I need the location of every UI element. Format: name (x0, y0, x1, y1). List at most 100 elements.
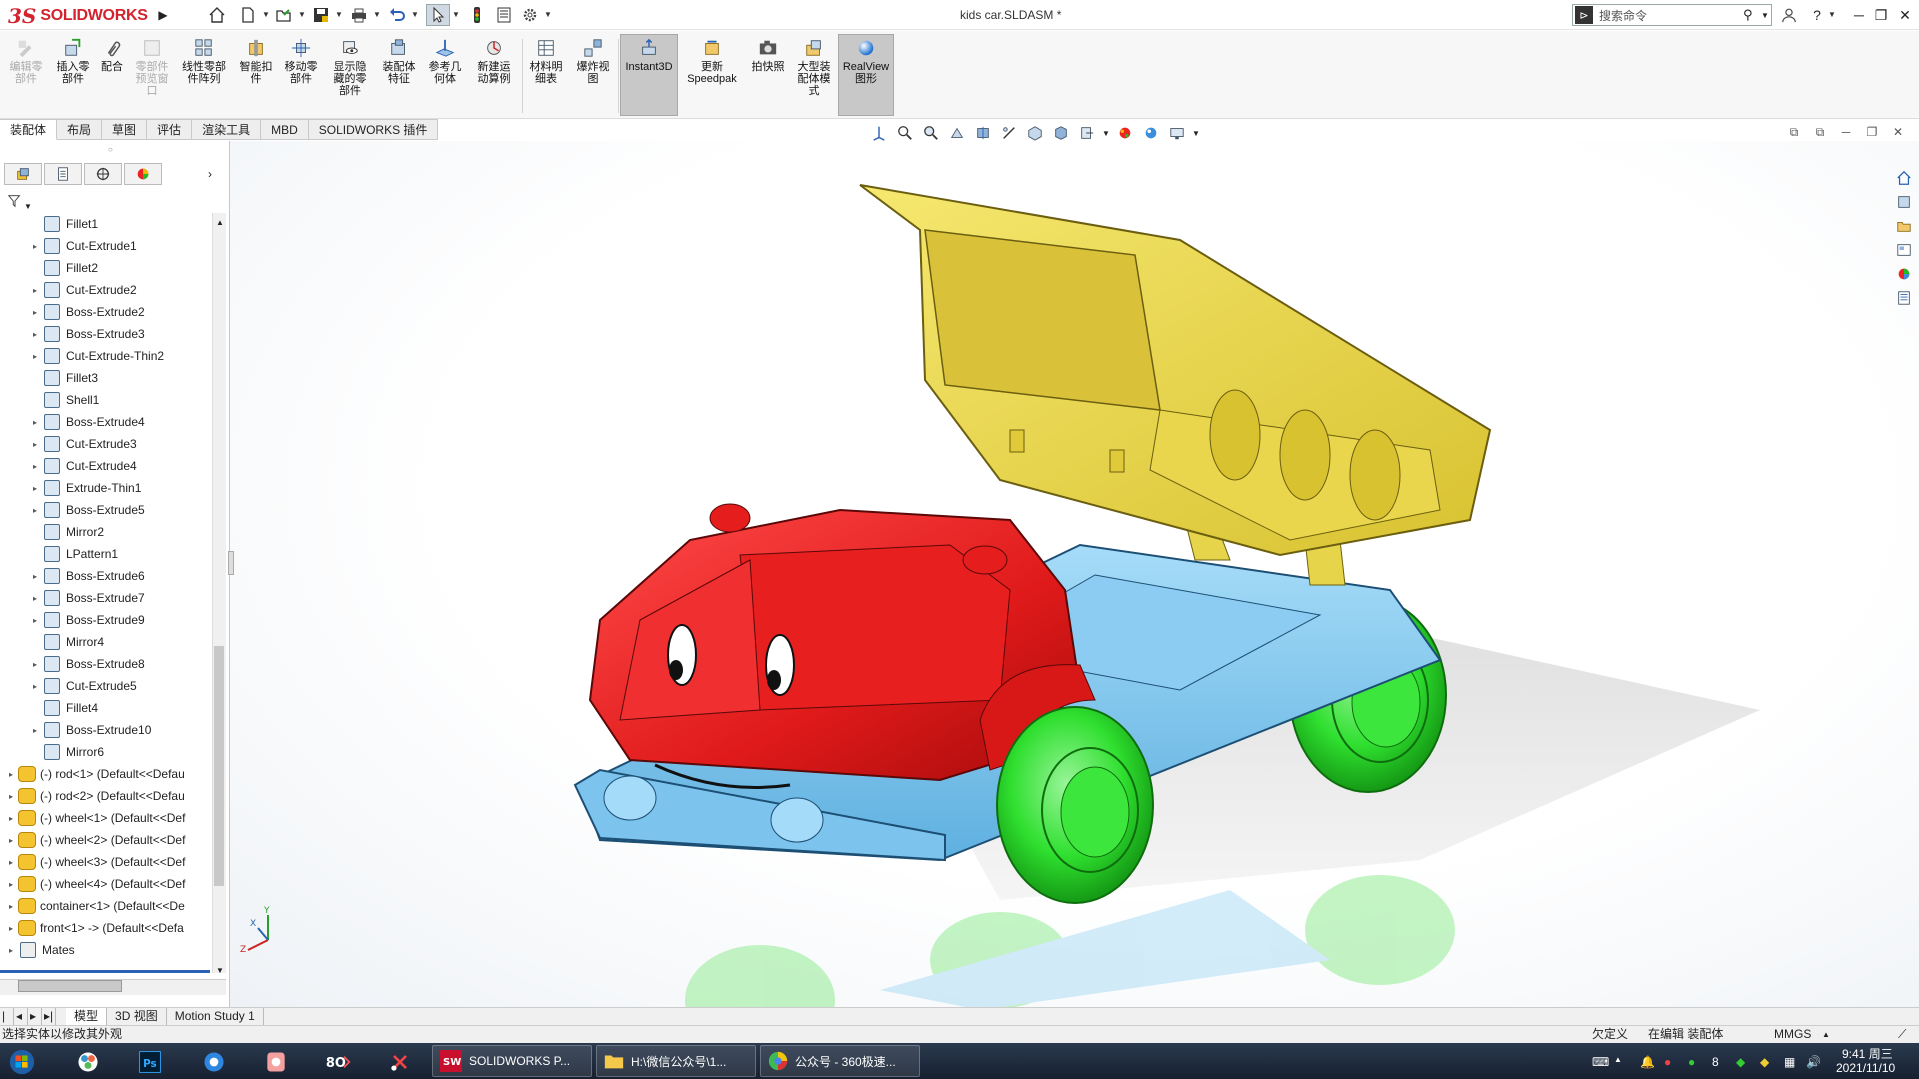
horizontal-scroll-thumb[interactable] (18, 980, 122, 992)
tab-evaluate[interactable]: 评估 (147, 119, 193, 140)
move-component-button[interactable]: 移动零 部件 (280, 37, 322, 85)
expand-arrow-icon[interactable]: ▸ (30, 242, 40, 251)
tray-ok-icon[interactable]: 8 (1712, 1055, 1719, 1069)
tray-volume-icon[interactable]: 🔊 (1806, 1055, 1821, 1069)
linear-pattern-button[interactable]: 线性零部 件阵列 (178, 37, 230, 85)
realview-graphics-button[interactable]: RealView 图形 (838, 34, 894, 116)
view-orientation-icon[interactable] (1024, 123, 1046, 143)
undo-icon[interactable] (385, 4, 409, 26)
tray-keyboard-icon[interactable]: ⌨ (1592, 1055, 1609, 1069)
instant3d-button[interactable]: Instant3D (620, 34, 678, 116)
save-icon[interactable] (309, 4, 333, 26)
viewport-minimize-button[interactable]: ─ (1837, 123, 1855, 141)
tab-assembly[interactable]: 装配体 (0, 119, 58, 140)
tree-feature-row[interactable]: ▸ Boss-Extrude2 (0, 301, 212, 323)
panel-collapse-handle[interactable]: ○ (108, 145, 113, 154)
tree-feature-row[interactable]: ▸ Boss-Extrude6 (0, 565, 212, 587)
section-view-icon[interactable] (972, 123, 994, 143)
display-style-icon[interactable] (1050, 123, 1072, 143)
user-account-icon[interactable] (1776, 4, 1802, 26)
expand-arrow-icon[interactable]: ▸ (30, 330, 40, 339)
previous-view-icon[interactable] (946, 123, 968, 143)
graphics-area[interactable]: Y Z X (230, 141, 1919, 1007)
panel-splitter-handle[interactable] (228, 551, 234, 575)
appearances-scenes-icon[interactable] (1894, 264, 1914, 284)
tree-feature-row[interactable]: Fillet1 (0, 213, 212, 235)
expand-arrow-icon[interactable]: ▸ (30, 506, 40, 515)
tab-render-tools[interactable]: 渲染工具 (192, 119, 262, 140)
tree-feature-row[interactable]: ▸ Cut-Extrude4 (0, 455, 212, 477)
large-assembly-mode-button[interactable]: 大型装 配体模 式 (792, 37, 836, 97)
search-dropdown-icon[interactable]: ▼ (1761, 11, 1771, 20)
tree-component-row[interactable]: ▸ (-) rod<2> (Default<<Defau (0, 785, 212, 807)
search-commands-box[interactable]: ⊳ 搜索命令 ⚲ ▼ (1572, 4, 1772, 26)
expand-arrow-icon[interactable]: ▸ (30, 462, 40, 471)
tree-feature-row[interactable]: Mirror4 (0, 631, 212, 653)
restore-window-button[interactable]: ❐ (1868, 4, 1894, 26)
menu-expand-arrow-icon[interactable]: ▶ (156, 6, 170, 24)
tree-component-row[interactable]: ▸ (-) wheel<3> (Default<<Def (0, 851, 212, 873)
tree-component-row[interactable]: ▸ container<1> (Default<<De (0, 895, 212, 917)
viewport-close-button[interactable]: ✕ (1889, 123, 1907, 141)
tree-feature-row[interactable]: Fillet3 (0, 367, 212, 389)
apply-scene-icon[interactable] (1140, 123, 1162, 143)
view-palette-icon[interactable] (1894, 240, 1914, 260)
tray-notification-icon[interactable]: 🔔 (1640, 1055, 1655, 1069)
tree-feature-row[interactable]: Fillet4 (0, 697, 212, 719)
expand-arrow-icon[interactable]: ▸ (30, 594, 40, 603)
units-dropdown-icon[interactable]: ▲ (1822, 1026, 1830, 1043)
tab-layout[interactable]: 布局 (57, 119, 103, 140)
expand-arrow-icon[interactable]: ▸ (30, 660, 40, 669)
tree-feature-row[interactable]: ▸ Cut-Extrude-Thin2 (0, 345, 212, 367)
expand-arrow-icon[interactable]: ▸ (6, 836, 16, 845)
expand-arrow-icon[interactable]: ▸ (6, 924, 16, 933)
assembly-features-button[interactable]: 装配体 特征 (378, 37, 420, 85)
tree-feature-row[interactable]: ▸ Cut-Extrude5 (0, 675, 212, 697)
file-properties-icon[interactable] (492, 4, 516, 26)
truck-3d-model[interactable]: Y Z X (230, 141, 1919, 1007)
tree-feature-row[interactable]: Mirror2 (0, 521, 212, 543)
tree-feature-row[interactable]: ▸ Boss-Extrude4 (0, 411, 212, 433)
tray-wechat-icon[interactable]: ● (1688, 1055, 1695, 1069)
scroll-up-arrow-icon[interactable]: ▲ (216, 218, 224, 227)
expand-arrow-icon[interactable]: ▸ (6, 880, 16, 889)
zoom-to-area-icon[interactable] (920, 123, 942, 143)
tree-component-row[interactable]: ▸ (-) wheel<2> (Default<<Def (0, 829, 212, 851)
tree-feature-row[interactable]: ▸ Cut-Extrude1 (0, 235, 212, 257)
tree-feature-row[interactable]: Fillet2 (0, 257, 212, 279)
expand-arrow-icon[interactable]: ▸ (30, 484, 40, 493)
custom-properties-icon[interactable] (1894, 288, 1914, 308)
component-preview-button[interactable]: 零部件 预览窗 口 (132, 37, 172, 97)
help-icon[interactable]: ? (1804, 4, 1830, 26)
file-explorer-icon[interactable] (1894, 216, 1914, 236)
display-manager-tab-icon[interactable] (124, 163, 162, 185)
tab-solidworks-addins[interactable]: SOLIDWORKS 插件 (308, 119, 439, 140)
more-tabs-arrow-icon[interactable]: › (208, 163, 212, 187)
collapse-right-icon[interactable]: ⧉ (1811, 123, 1829, 141)
clock-date[interactable]: 2021/11/10 (1836, 1061, 1895, 1075)
open-icon[interactable] (272, 4, 296, 26)
tree-feature-row[interactable]: ▸ Boss-Extrude9 (0, 609, 212, 631)
tree-component-row[interactable]: ▸ (-) wheel<1> (Default<<Def (0, 807, 212, 829)
search-input[interactable]: 搜索命令 (1595, 7, 1743, 24)
zoom-to-fit-icon[interactable] (894, 123, 916, 143)
configuration-manager-tab-icon[interactable] (84, 163, 122, 185)
tree-feature-row[interactable]: ▸ Boss-Extrude3 (0, 323, 212, 345)
tray-expand-icon[interactable]: ▲ (1614, 1055, 1622, 1064)
open-dropdown-icon[interactable]: ▼ (298, 10, 306, 19)
tab-3d-view[interactable]: 3D 视图 (107, 1008, 167, 1026)
dynamic-annotation-icon[interactable] (998, 123, 1020, 143)
taskbar-window-solidworks[interactable]: SW SOLIDWORKS P... (432, 1045, 592, 1077)
photoshop-icon[interactable]: Ps (130, 1047, 170, 1077)
view-triad-icon[interactable] (868, 123, 890, 143)
print-dropdown-icon[interactable]: ▼ (373, 10, 381, 19)
expand-arrow-icon[interactable]: ▸ (30, 726, 40, 735)
tree-component-row[interactable]: ▸ front<1> -> (Default<<Defa (0, 917, 212, 939)
tree-component-row[interactable]: ▸ (-) wheel<4> (Default<<Def (0, 873, 212, 895)
expand-arrow-icon[interactable]: ▸ (6, 770, 16, 779)
select-arrow-icon[interactable] (426, 4, 450, 26)
expand-arrow-icon[interactable]: ▸ (6, 792, 16, 801)
print-icon[interactable] (347, 4, 371, 26)
tree-component-row[interactable]: ▸ (-) rod<1> (Default<<Defau (0, 763, 212, 785)
tree-feature-row[interactable]: ▸ Boss-Extrude10 (0, 719, 212, 741)
